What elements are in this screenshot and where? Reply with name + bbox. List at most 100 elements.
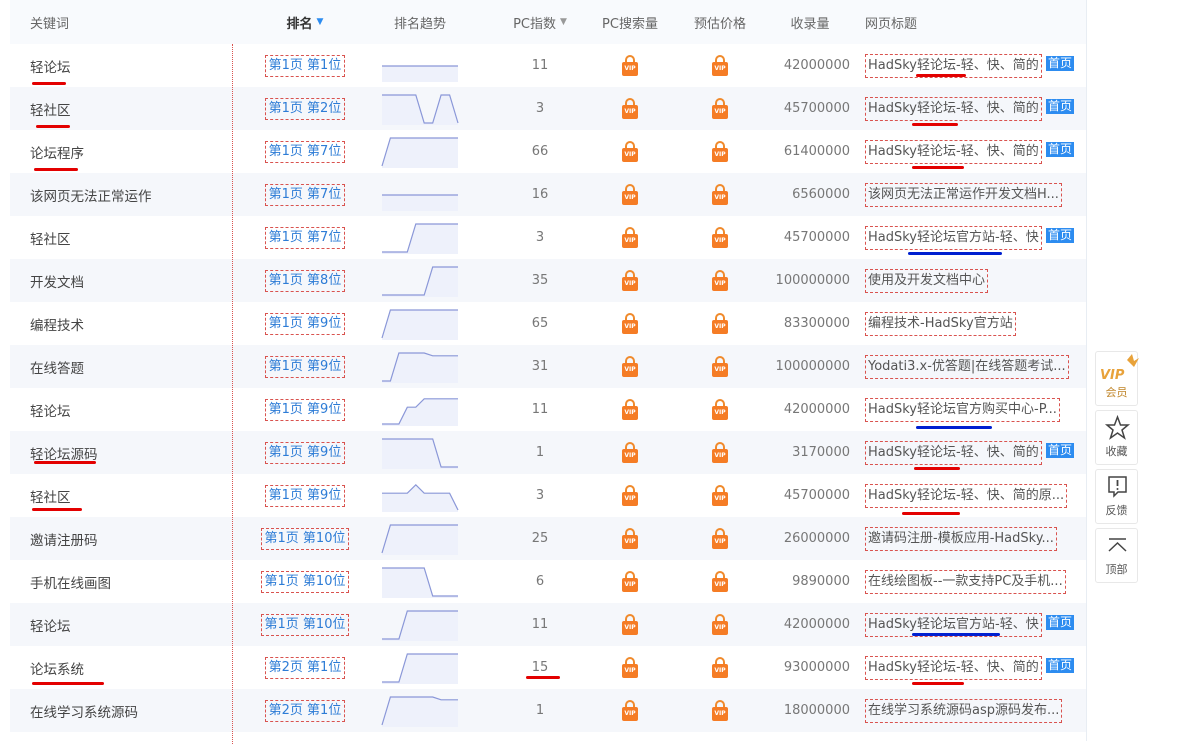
page-title-link[interactable]: HadSky轻论坛-轻、快、简的	[865, 655, 1042, 680]
pc-search-volume-cell: VIP	[600, 259, 660, 302]
vip-lock-icon[interactable]: VIP	[712, 700, 728, 721]
vip-lock-icon[interactable]: VIP	[622, 141, 638, 162]
page-title-cell: HadSky轻论坛-轻、快、简的 首页	[865, 44, 1090, 87]
keyword-text[interactable]: 邀请注册码	[30, 529, 98, 549]
page-title-link[interactable]: HadSky轻论坛官方购买中心-P...	[865, 397, 1060, 422]
vip-lock-icon[interactable]: VIP	[622, 657, 638, 678]
annotation-underline	[34, 461, 96, 464]
rank-link[interactable]: 第1页 第7位	[264, 226, 346, 249]
vip-lock-icon[interactable]: VIP	[712, 141, 728, 162]
header-rank-sort[interactable]: 排名 ▼	[255, 0, 355, 44]
back-to-top-button[interactable]: 顶部	[1095, 528, 1138, 583]
page-title-link[interactable]: 在线绘图板--一款支持PC及手机...	[865, 569, 1066, 594]
vip-lock-icon[interactable]: VIP	[712, 571, 728, 592]
home-badge: 首页	[1046, 99, 1075, 114]
vip-lock-icon[interactable]: VIP	[712, 270, 728, 291]
vip-lock-icon[interactable]: VIP	[712, 55, 728, 76]
page-title-cell: HadSky轻论坛-轻、快、简的原...	[865, 474, 1090, 517]
table-row: 在线答题 第1页 第9位 31 VIP VIP 100000000 Yodati3.x-优答…	[10, 345, 1086, 388]
keyword-text[interactable]: 论坛程序	[30, 142, 84, 162]
indexed-cell: 83300000	[770, 302, 850, 345]
keyword-cell: 该网页无法正常运作	[30, 173, 255, 216]
vip-lock-icon[interactable]: VIP	[622, 55, 638, 76]
vip-lock-icon[interactable]: VIP	[622, 485, 638, 506]
page-title-link[interactable]: HadSky轻论坛-轻、快、简的	[865, 96, 1042, 121]
rank-link[interactable]: 第1页 第8位	[264, 269, 346, 292]
vip-lock-icon[interactable]: VIP	[622, 614, 638, 635]
page-title-link[interactable]: 在线学习系统源码asp源码发布...	[865, 698, 1063, 723]
vip-lock-icon[interactable]: VIP	[622, 571, 638, 592]
rank-link[interactable]: 第1页 第10位	[260, 613, 350, 636]
vip-lock-icon[interactable]: VIP	[622, 270, 638, 291]
keyword-text[interactable]: 编程技术	[30, 314, 84, 334]
rank-link[interactable]: 第1页 第9位	[264, 398, 346, 421]
vip-lock-icon[interactable]: VIP	[712, 313, 728, 334]
keyword-text[interactable]: 轻社区	[30, 486, 71, 506]
rank-link[interactable]: 第1页 第9位	[264, 312, 346, 335]
rank-link[interactable]: 第1页 第10位	[260, 527, 350, 550]
keyword-text[interactable]: 论坛系统	[30, 658, 84, 678]
favorite-button[interactable]: 收藏	[1095, 410, 1138, 465]
rank-link[interactable]: 第1页 第7位	[264, 140, 346, 163]
vip-lock-icon[interactable]: VIP	[712, 485, 728, 506]
vip-lock-icon[interactable]: VIP	[712, 528, 728, 549]
member-button[interactable]: VIP 会员	[1095, 351, 1139, 406]
rank-link[interactable]: 第1页 第2位	[264, 97, 346, 120]
vip-lock-icon[interactable]: VIP	[622, 442, 638, 463]
keyword-text[interactable]: 轻社区	[30, 228, 71, 248]
rank-link[interactable]: 第1页 第9位	[264, 441, 346, 464]
page-title-link[interactable]: 使用及开发文档中心	[865, 268, 989, 293]
keyword-text[interactable]: 手机在线画图	[30, 572, 111, 592]
page-title-link[interactable]: 邀请码注册-模板应用-HadSky...	[865, 526, 1057, 551]
keyword-text[interactable]: 在线学习系统源码	[30, 701, 138, 721]
vip-lock-icon[interactable]: VIP	[712, 98, 728, 119]
rank-link[interactable]: 第1页 第9位	[264, 484, 346, 507]
vip-lock-icon[interactable]: VIP	[622, 227, 638, 248]
vip-lock-icon[interactable]: VIP	[622, 184, 638, 205]
keyword-text[interactable]: 该网页无法正常运作	[30, 185, 152, 205]
page-title-link[interactable]: 该网页无法正常运作开发文档H...	[865, 182, 1062, 207]
keyword-text[interactable]: 轻论坛	[30, 56, 71, 76]
vip-lock-icon[interactable]: VIP	[622, 399, 638, 420]
keyword-text[interactable]: 轻论坛	[30, 615, 71, 635]
rank-link[interactable]: 第1页 第7位	[264, 183, 346, 206]
pc-search-volume-cell: VIP	[600, 216, 660, 259]
vip-lock-icon[interactable]: VIP	[622, 528, 638, 549]
rank-link[interactable]: 第1页 第9位	[264, 355, 346, 378]
trend-area	[382, 223, 458, 254]
vip-lock-icon[interactable]: VIP	[712, 657, 728, 678]
vip-lock-icon[interactable]: VIP	[622, 313, 638, 334]
vip-lock-icon[interactable]: VIP	[712, 227, 728, 248]
header-pc-index-sort[interactable]: PC指数 ▼	[505, 0, 575, 44]
trend-sparkline	[380, 345, 460, 388]
page-title-link[interactable]: 编程技术-HadSky官方站	[865, 311, 1016, 336]
keyword-text[interactable]: 轻社区	[30, 99, 71, 119]
vip-lock-icon[interactable]: VIP	[712, 356, 728, 377]
indexed-value: 100000000	[775, 359, 850, 374]
page-title-link[interactable]: HadSky轻论坛-轻、快、简的	[865, 440, 1042, 465]
page-title-link[interactable]: HadSky轻论坛-轻、快、简的原...	[865, 483, 1068, 508]
vip-lock-icon[interactable]: VIP	[712, 399, 728, 420]
rank-link[interactable]: 第2页 第1位	[264, 656, 346, 679]
feedback-button[interactable]: 反馈	[1095, 469, 1138, 524]
pc-search-volume-cell: VIP	[600, 560, 660, 603]
page-title-link[interactable]: HadSky轻论坛-轻、快、简的	[865, 139, 1042, 164]
rank-link[interactable]: 第1页 第10位	[260, 570, 350, 593]
rank-link[interactable]: 第1页 第1位	[264, 54, 346, 77]
vip-lock-icon[interactable]: VIP	[712, 614, 728, 635]
page-title-link[interactable]: Yodati3.x-优答题|在线答题考试...	[865, 354, 1069, 379]
keyword-text[interactable]: 轻论坛	[30, 400, 71, 420]
rank-link[interactable]: 第2页 第1位	[264, 699, 346, 722]
vip-lock-icon[interactable]: VIP	[622, 700, 638, 721]
vip-lock-icon[interactable]: VIP	[712, 442, 728, 463]
pc-index-value: 3	[535, 230, 545, 245]
page-title-cell: 邀请码注册-模板应用-HadSky...	[865, 517, 1090, 560]
indexed-value: 61400000	[783, 144, 850, 159]
vip-lock-icon[interactable]: VIP	[622, 356, 638, 377]
keyword-text[interactable]: 开发文档	[30, 271, 84, 291]
vip-lock-icon[interactable]: VIP	[622, 98, 638, 119]
keyword-text[interactable]: 在线答题	[30, 357, 84, 377]
keyword-text[interactable]: 轻论坛源码	[30, 443, 98, 463]
page-title-link[interactable]: HadSky轻论坛官方站-轻、快	[865, 225, 1042, 250]
vip-lock-icon[interactable]: VIP	[712, 184, 728, 205]
